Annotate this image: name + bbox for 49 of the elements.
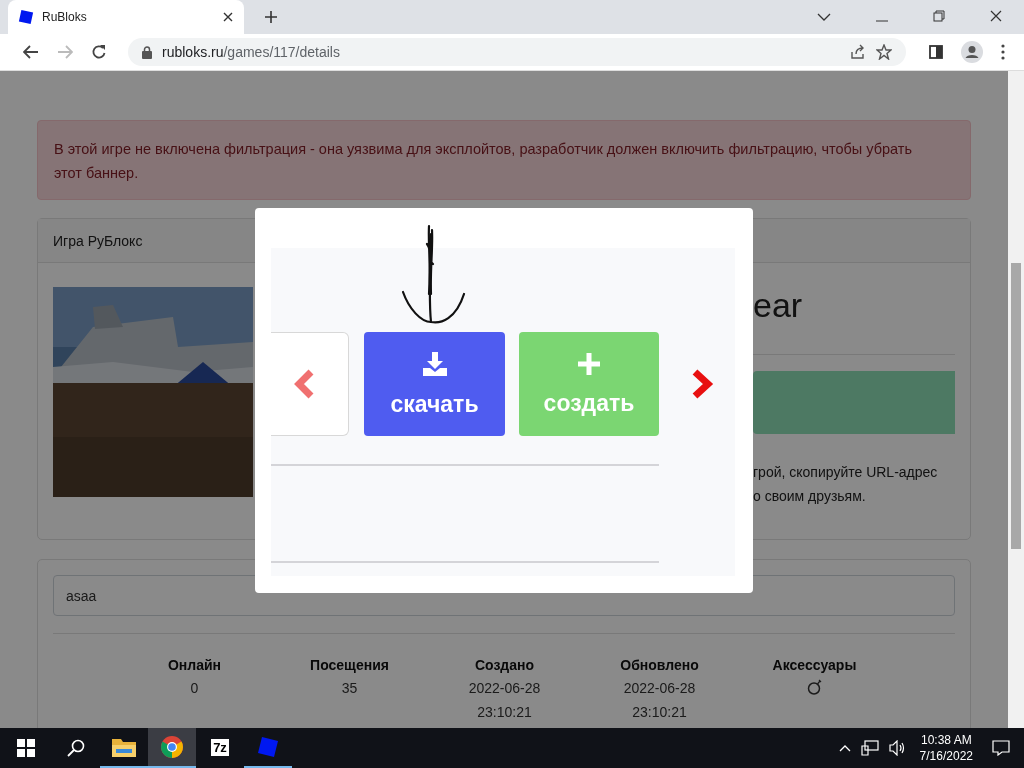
taskbar-app[interactable] — [148, 728, 196, 768]
card-header: Игра РуБлокс — [53, 232, 143, 249]
cube-icon — [257, 736, 279, 758]
stat-label: Посещения — [310, 656, 389, 675]
chrome-icon — [161, 736, 183, 758]
browser-tab[interactable]: RuBloks — [8, 0, 244, 34]
back-icon[interactable] — [23, 45, 39, 59]
stat-value: 23:10:21 — [477, 703, 532, 722]
lock-icon — [142, 45, 152, 59]
clock[interactable]: 10:38 AM 7/16/2022 — [919, 732, 973, 764]
volume-icon[interactable] — [888, 740, 907, 756]
game-title: ear — [753, 287, 804, 326]
chevron-left-icon[interactable] — [293, 369, 315, 399]
scrollbar-thumb[interactable] — [1011, 263, 1021, 549]
stat-label: Онлайн — [167, 656, 222, 675]
stat-value: 0 — [190, 679, 199, 698]
cube-icon — [18, 9, 34, 25]
star-icon[interactable] — [876, 44, 892, 60]
share-icon[interactable] — [850, 44, 866, 60]
notification-icon[interactable] — [992, 740, 1010, 756]
plus-icon — [577, 351, 601, 376]
taskbar-app[interactable]: 7z — [196, 728, 244, 768]
stat-label: Создано — [474, 656, 535, 675]
stat-label: Обновлено — [620, 656, 699, 675]
chevron-right-icon[interactable] — [690, 369, 714, 399]
new-tab-icon[interactable] — [264, 10, 278, 24]
search-icon[interactable] — [67, 739, 85, 757]
stat-value: 2022-06-28 — [623, 679, 696, 698]
address-field[interactable]: rubloks.ru/games/117/details — [128, 38, 906, 66]
profile-icon[interactable] — [961, 41, 983, 63]
caret-icon[interactable] — [817, 12, 831, 22]
download-button[interactable]: скачать — [364, 332, 505, 436]
reload-icon[interactable] — [91, 44, 107, 60]
close-icon[interactable] — [223, 12, 233, 22]
stat-label: Аксессуары — [772, 656, 857, 675]
sidebar-icon[interactable] — [929, 45, 943, 59]
stat-value: 35 — [341, 679, 358, 698]
alert-banner: В этой игре не включена фильтрация - она уязвима для эксплойтов, разработчик должен включить фильтрацию, чтобы убрать этот баннер. — [37, 120, 971, 200]
download-icon — [421, 350, 448, 377]
restore-icon[interactable] — [933, 10, 945, 22]
network-icon[interactable] — [860, 740, 879, 756]
start-icon[interactable] — [17, 739, 35, 757]
close-icon[interactable] — [990, 10, 1002, 22]
share-text: грой, скопируйте URL-адрес о своим друзьям. — [753, 463, 939, 506]
stat-value: 23:10:21 — [632, 703, 687, 722]
ring-icon — [806, 679, 823, 695]
stat-value: 2022-06-28 — [468, 679, 541, 698]
menu-icon[interactable] — [1001, 44, 1005, 60]
folder-icon — [112, 737, 136, 757]
